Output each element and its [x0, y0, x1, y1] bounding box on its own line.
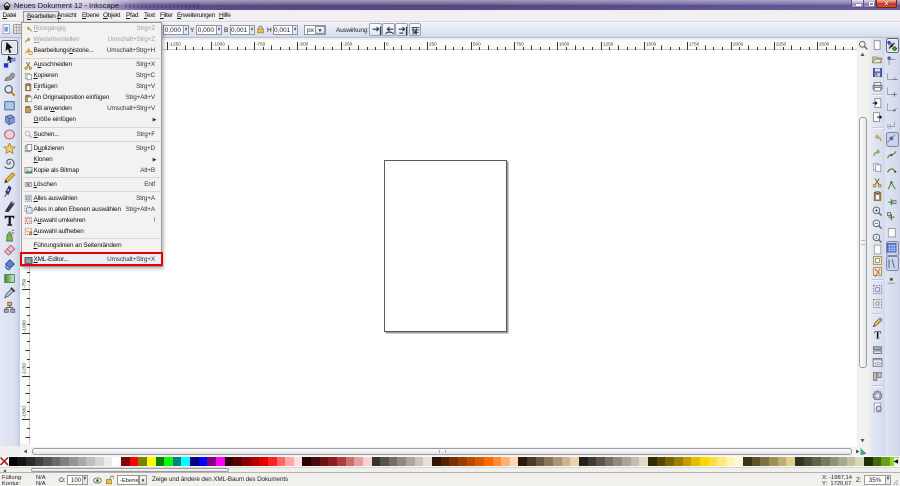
- svg-text:-1500: -1500: [22, 406, 27, 418]
- svg-text:-250: -250: [343, 42, 353, 47]
- svg-text:750: 750: [516, 42, 524, 47]
- svg-text:</>: </>: [874, 361, 881, 367]
- svg-text:2000: 2000: [733, 42, 744, 47]
- svg-text:-1250: -1250: [22, 363, 27, 375]
- svg-text:-500: -500: [299, 42, 309, 47]
- svg-text:1000: 1000: [559, 42, 570, 47]
- svg-text:-1000: -1000: [213, 42, 225, 47]
- svg-text:500: 500: [473, 42, 481, 47]
- svg-text:1500: 1500: [646, 42, 657, 47]
- svg-text:2250: 2250: [776, 42, 787, 47]
- svg-text:1250: 1250: [603, 42, 614, 47]
- svg-text:T: T: [874, 331, 881, 340]
- svg-text:-1250: -1250: [169, 42, 181, 47]
- svg-text:2500: 2500: [819, 42, 830, 47]
- svg-text:-750: -750: [256, 42, 266, 47]
- svg-text:0: 0: [386, 42, 389, 47]
- svg-text:250: 250: [429, 42, 437, 47]
- svg-text:-750: -750: [22, 278, 27, 288]
- svg-text:-1000: -1000: [22, 320, 27, 332]
- svg-text:1750: 1750: [689, 42, 700, 47]
